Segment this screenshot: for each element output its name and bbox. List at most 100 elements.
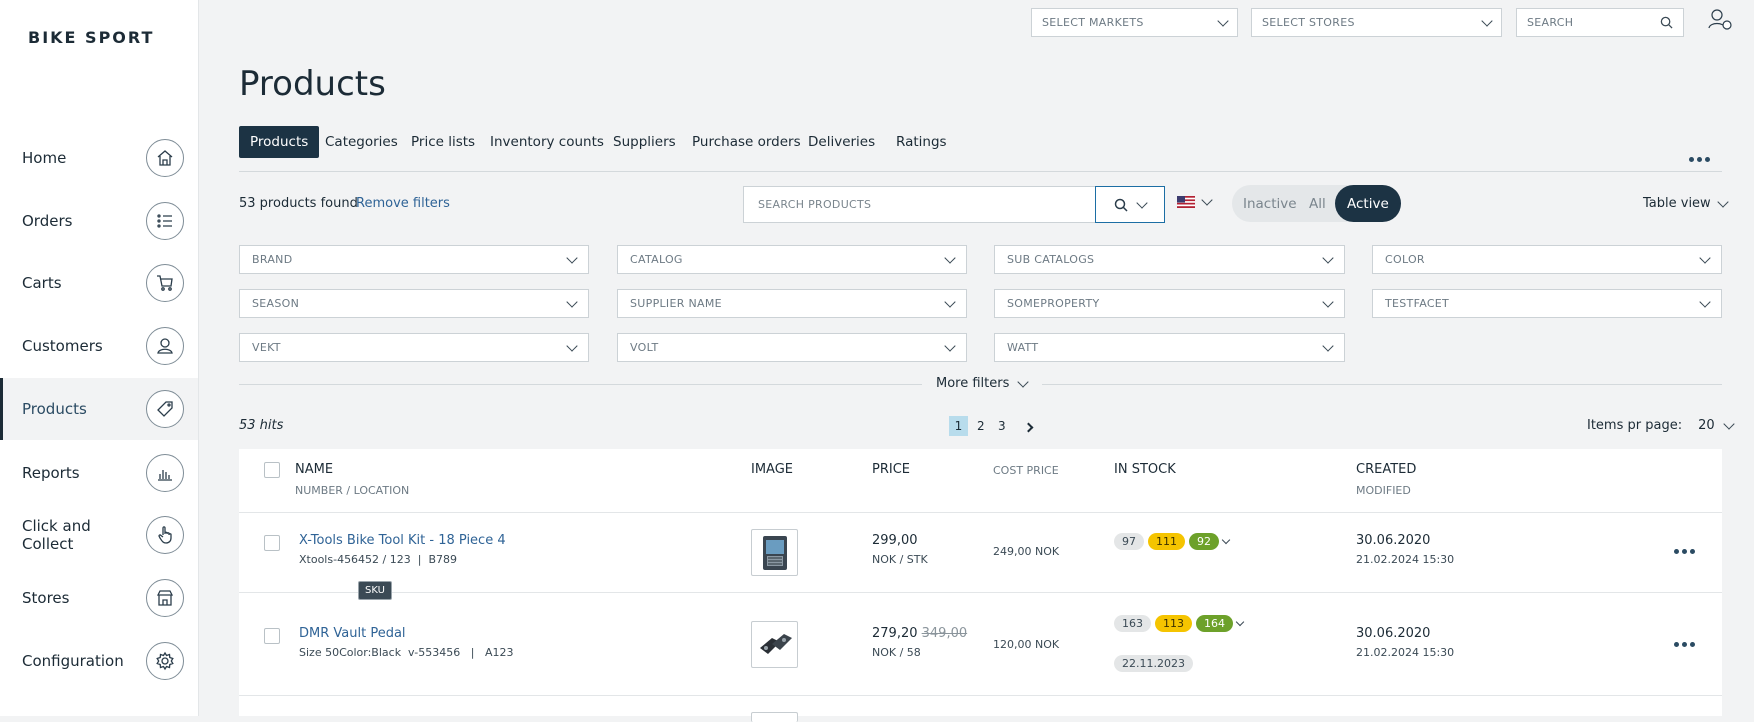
chevron-down-icon (1699, 295, 1711, 308)
status-all-option[interactable]: All (1309, 185, 1326, 222)
divider (239, 512, 1722, 513)
product-number-value: Xtools-456452 / 123 (299, 553, 411, 566)
column-header-price[interactable]: PRICE (872, 462, 910, 477)
filter-label: BRAND (252, 253, 293, 266)
status-toggle: Inactive All Active (1232, 185, 1401, 222)
product-name-link[interactable]: DMR Vault Pedal (299, 626, 406, 641)
page-2-button[interactable]: 2 (977, 419, 985, 433)
global-search-input[interactable]: SEARCH (1516, 8, 1684, 37)
filter-label: SUB CATALOGS (1007, 253, 1095, 266)
sidebar-item-label: Orders (22, 212, 73, 230)
user-account-icon[interactable] (1707, 8, 1733, 32)
filter-testfacet[interactable]: TESTFACET (1372, 289, 1722, 318)
gear-icon (146, 642, 184, 680)
search-icon (1660, 16, 1673, 29)
more-filters-button[interactable]: More filters (936, 375, 1030, 391)
tab-purchase-orders[interactable]: Purchase orders (692, 126, 801, 158)
column-header-name[interactable]: NAME (295, 462, 333, 477)
sidebar-item-reports[interactable]: Reports (0, 442, 198, 504)
cart-icon (146, 264, 184, 302)
filter-season[interactable]: SEASON (239, 289, 589, 318)
product-thumbnail[interactable] (751, 712, 798, 722)
sidebar-item-click-and-collect[interactable]: Click and Collect (0, 504, 198, 566)
stock-badge: 111 (1148, 533, 1185, 550)
items-per-page[interactable]: Items pr page: 20 (1587, 417, 1735, 433)
product-thumbnail[interactable] (751, 529, 798, 576)
tab-categories[interactable]: Categories (325, 126, 398, 158)
tab-price-lists[interactable]: Price lists (411, 126, 475, 158)
view-selector[interactable]: Table view (1643, 195, 1729, 211)
status-active-option[interactable]: Active (1335, 185, 1401, 222)
divider (239, 695, 1722, 696)
column-header-in-stock[interactable]: IN STOCK (1114, 462, 1176, 477)
tab-inventory-counts[interactable]: Inventory counts (490, 126, 604, 158)
filter-sub-catalogs[interactable]: SUB CATALOGS (994, 245, 1345, 274)
us-flag-icon (1177, 196, 1195, 208)
tab-products[interactable]: Products (239, 126, 320, 158)
select-markets[interactable]: SELECT MARKETS (1031, 8, 1238, 37)
product-name-link[interactable]: X-Tools Bike Tool Kit - 18 Piece 4 (299, 533, 506, 548)
filter-volt[interactable]: VOLT (617, 333, 967, 362)
column-header-modified: MODIFIED (1356, 484, 1411, 497)
tab-suppliers[interactable]: Suppliers (613, 126, 676, 158)
row-actions-icon[interactable] (1674, 642, 1695, 647)
next-page-icon[interactable] (1023, 422, 1034, 433)
page-3-button[interactable]: 3 (998, 419, 1006, 433)
sidebar-item-carts[interactable]: Carts (0, 252, 198, 314)
filter-catalog[interactable]: CATALOG (617, 245, 967, 274)
product-location: B789 (428, 553, 458, 566)
sidebar-item-label: Products (22, 400, 87, 418)
page-1-button[interactable]: 1 (949, 416, 968, 436)
stock-badges[interactable]: 163 113 164 (1114, 615, 1245, 632)
filter-someproperty[interactable]: SOMEPROPERTY (994, 289, 1345, 318)
sidebar-item-orders[interactable]: Orders (0, 190, 198, 252)
product-search-input[interactable]: SEARCH PRODUCTS (743, 186, 1096, 223)
filter-label: SEASON (252, 297, 300, 310)
tag-icon (146, 390, 184, 428)
select-stores[interactable]: SELECT STORES (1251, 8, 1502, 37)
sidebar-item-home[interactable]: Home (0, 127, 198, 189)
sidebar-item-configuration[interactable]: Configuration (0, 630, 198, 692)
product-number: Size 50Color:Black v-553456 | A123 (299, 646, 514, 659)
remove-filters-link[interactable]: Remove filters (356, 196, 450, 211)
filter-brand[interactable]: BRAND (239, 245, 589, 274)
chevron-down-icon (944, 251, 956, 264)
product-number: Xtools-456452 / 123 | B789 (299, 553, 458, 566)
product-price: 279,20 (872, 626, 918, 641)
stock-badges[interactable]: 97 111 92 (1114, 533, 1231, 550)
status-inactive-option[interactable]: Inactive (1243, 185, 1297, 222)
product-thumbnail[interactable] (751, 621, 798, 668)
sidebar-item-customers[interactable]: Customers (0, 315, 198, 377)
tab-deliveries[interactable]: Deliveries (808, 126, 875, 158)
sidebar-item-label: Configuration (22, 652, 124, 670)
hits-count: 53 hits (239, 418, 284, 433)
filter-color[interactable]: COLOR (1372, 245, 1722, 274)
select-all-checkbox[interactable] (264, 462, 280, 478)
old-price: 349,00 (921, 626, 968, 641)
row-actions-icon[interactable] (1674, 549, 1695, 554)
language-selector[interactable] (1177, 194, 1213, 208)
tab-ratings[interactable]: Ratings (896, 126, 947, 158)
created-date: 30.06.2020 (1356, 533, 1431, 548)
row-checkbox[interactable] (264, 628, 280, 644)
chevron-down-icon (1217, 14, 1229, 27)
filter-watt[interactable]: WATT (994, 333, 1345, 362)
column-header-cost-price[interactable]: COST PRICE (993, 464, 1059, 477)
row-checkbox[interactable] (264, 535, 280, 551)
chevron-down-icon (566, 339, 578, 352)
filter-label: TESTFACET (1385, 297, 1450, 310)
chevron-down-icon (1201, 194, 1213, 206)
more-options-icon[interactable] (1689, 157, 1710, 162)
price-unit: NOK / STK (872, 553, 928, 566)
chevron-down-icon (1717, 195, 1729, 208)
chevron-down-icon (1235, 617, 1245, 626)
column-header-image: IMAGE (751, 462, 794, 477)
sidebar-item-products[interactable]: Products (0, 378, 198, 440)
filter-vekt[interactable]: VEKT (239, 333, 589, 362)
filter-supplier-name[interactable]: SUPPLIER NAME (617, 289, 967, 318)
search-mode-button[interactable] (1095, 186, 1165, 223)
column-header-created[interactable]: CREATED (1356, 462, 1416, 477)
sidebar-item-stores[interactable]: Stores (0, 567, 198, 629)
page-title: Products (239, 64, 386, 104)
filter-label: VEKT (252, 341, 281, 354)
